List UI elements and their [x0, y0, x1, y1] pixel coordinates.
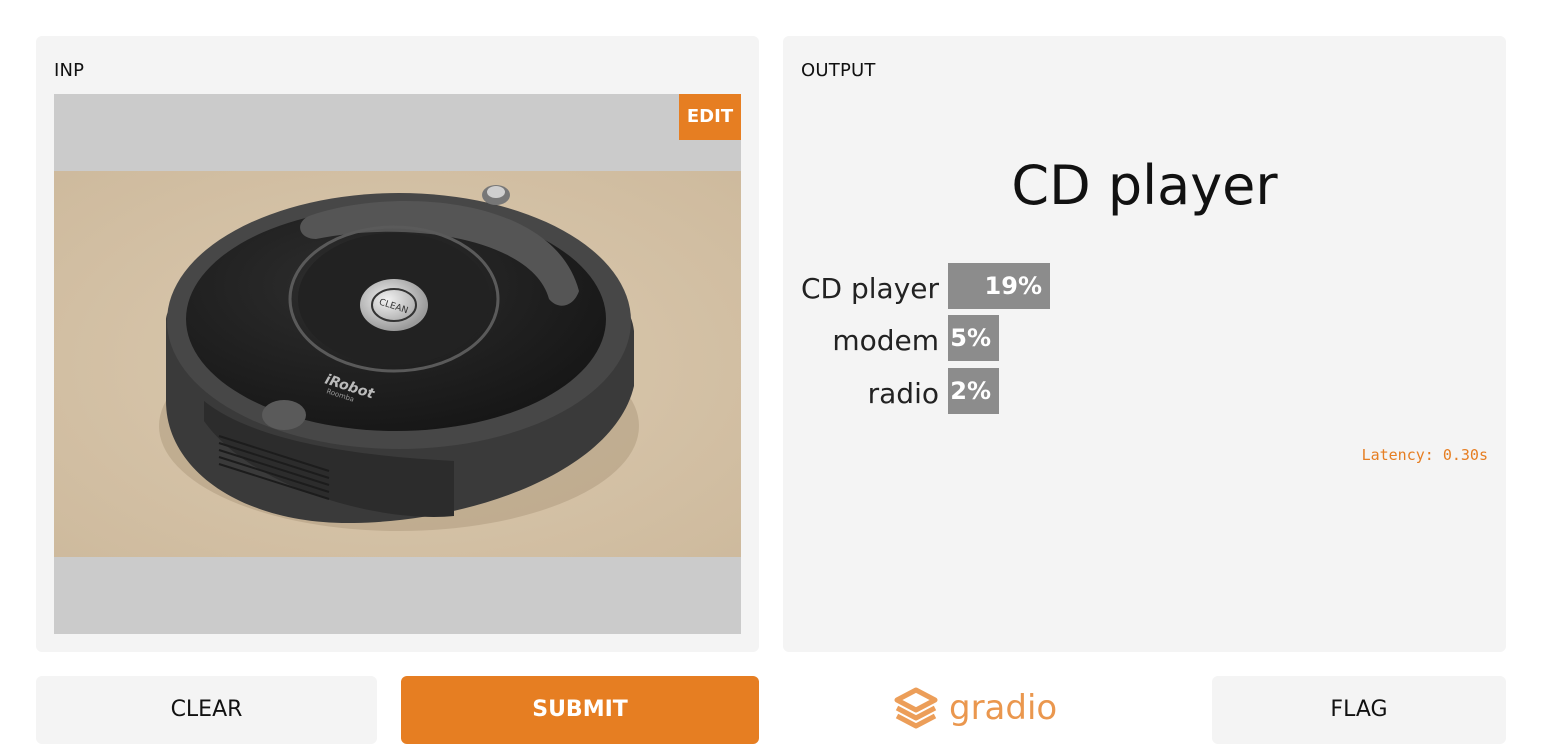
confidence-row: modem 5% — [783, 315, 1506, 361]
output-panel: OUTPUT CD player CD player 19% modem 5% … — [783, 36, 1506, 652]
gradio-logo: gradio — [893, 683, 1057, 733]
confidence-label: modem — [832, 324, 939, 357]
gradio-logo-icon — [894, 687, 938, 729]
confidence-label: radio — [867, 377, 939, 410]
gradio-logo-text: gradio — [949, 688, 1058, 728]
confidence-bar: 2% — [948, 368, 999, 414]
latency-text: Latency: 0.30s — [1361, 446, 1488, 464]
output-panel-title: OUTPUT — [801, 60, 876, 81]
input-panel-title: INP — [54, 60, 85, 81]
submit-button[interactable]: SUBMIT — [401, 676, 759, 744]
confidence-bar: 5% — [948, 315, 999, 361]
confidence-row: radio 2% — [783, 368, 1506, 414]
flag-button[interactable]: FLAG — [1212, 676, 1506, 744]
edit-button[interactable]: EDIT — [679, 94, 741, 140]
predicted-label: CD player — [1011, 154, 1278, 217]
confidence-row: CD player 19% — [783, 263, 1506, 309]
clear-button[interactable]: CLEAR — [36, 676, 377, 744]
confidence-label: CD player — [800, 272, 939, 305]
confidence-bar: 19% — [948, 263, 1050, 309]
input-panel: INP CLEAN iRobot Roomba EDIT — [36, 36, 759, 652]
input-image: CLEAN iRobot Roomba — [54, 171, 741, 557]
image-input-area[interactable]: CLEAN iRobot Roomba EDIT — [54, 94, 741, 634]
